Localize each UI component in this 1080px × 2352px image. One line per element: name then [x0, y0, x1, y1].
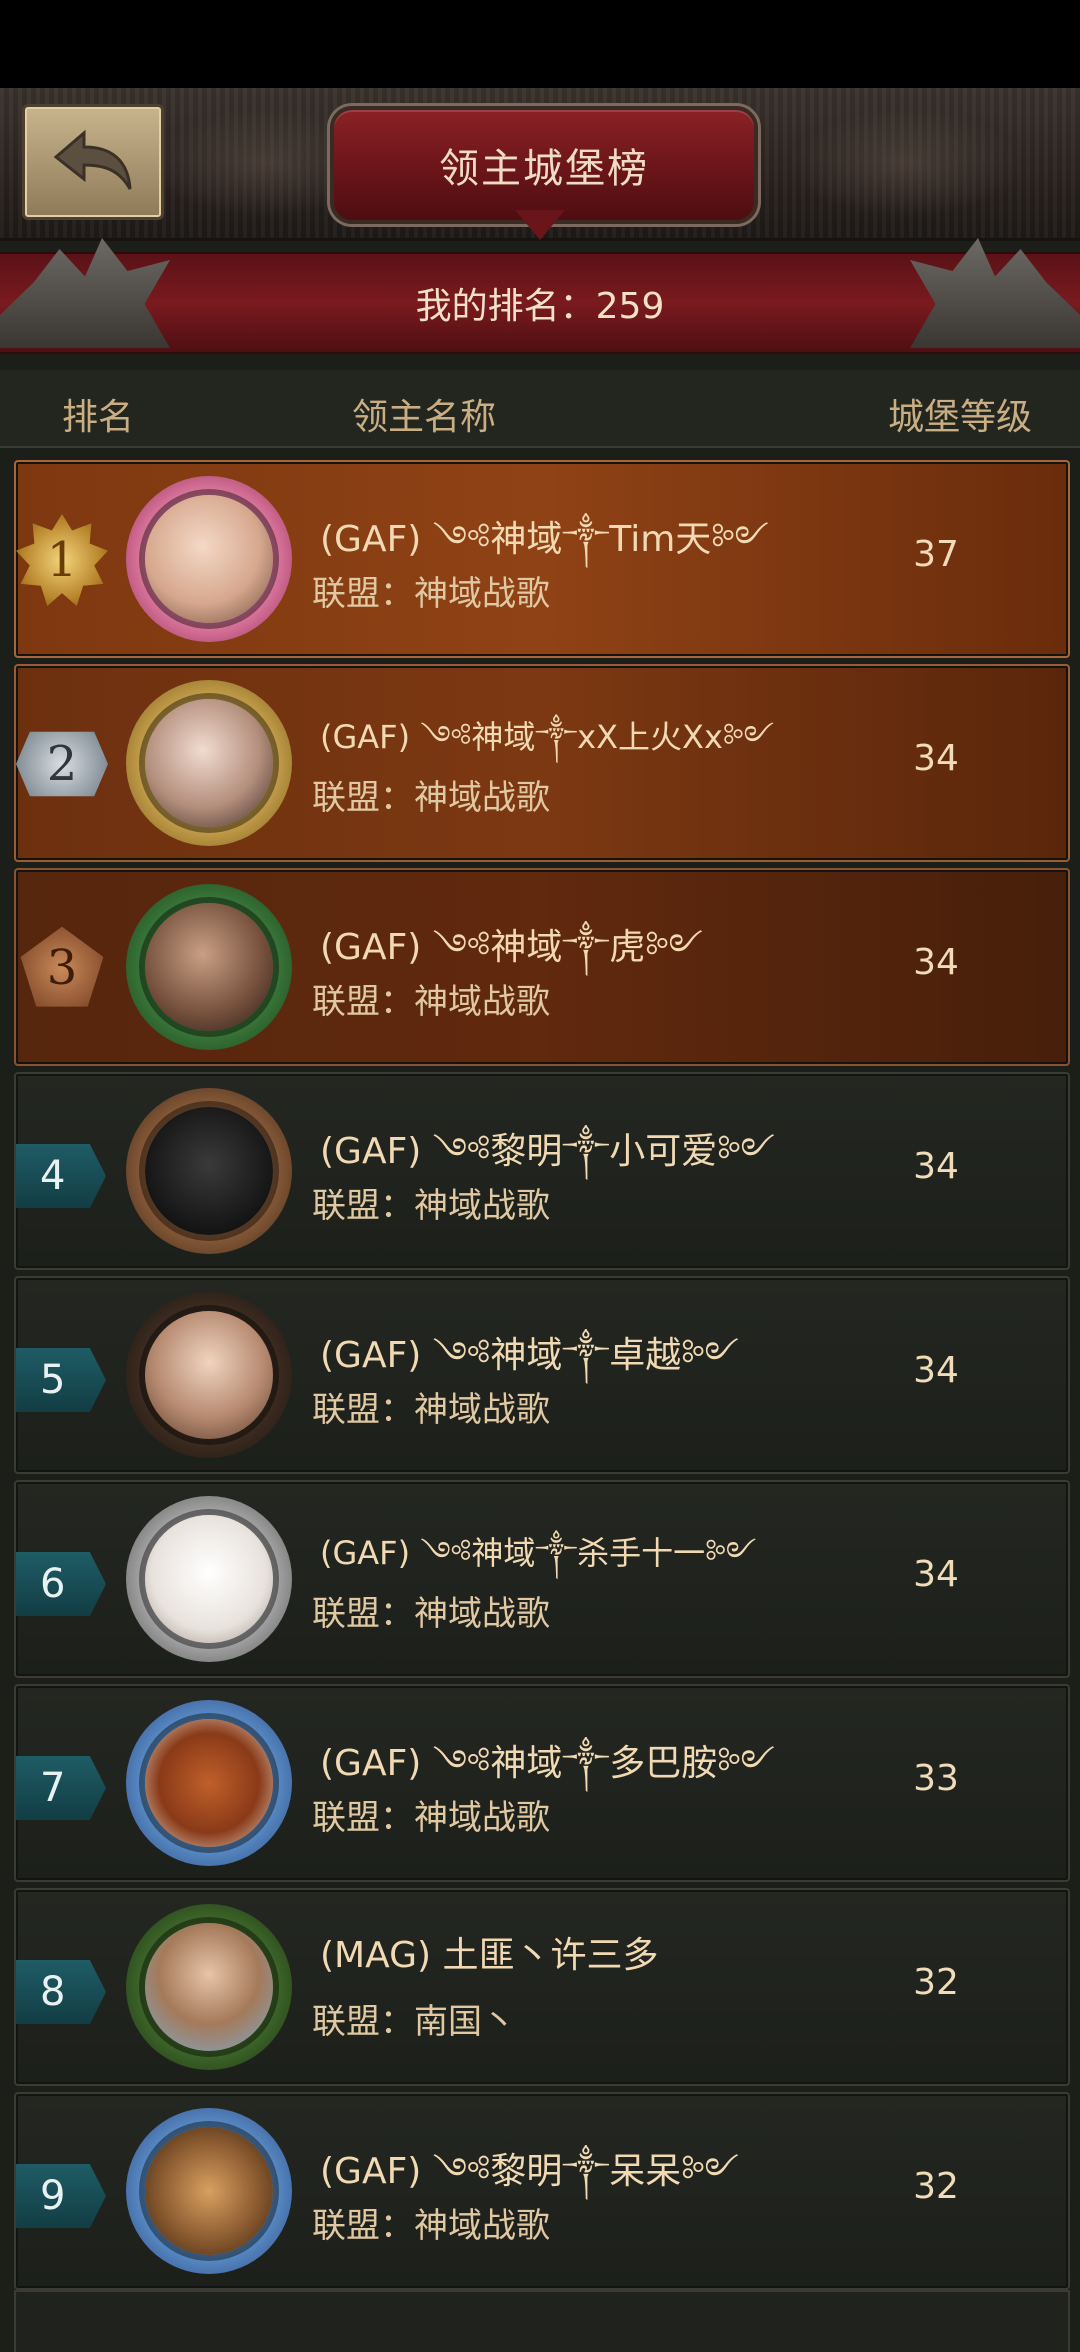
avatar: [145, 699, 273, 827]
avatar: [145, 1923, 273, 2051]
header-ornament-right: [790, 108, 1020, 218]
rank-tag: 9: [16, 2164, 106, 2228]
title-plate: 领主城堡榜: [330, 106, 758, 224]
leaderboard-row[interactable]: 7 (GAF) ༺神域༒多巴胺༻ 联盟：神域战歌 33: [14, 1684, 1070, 1882]
avatar: [145, 1311, 273, 1439]
leaderboard-row[interactable]: 4 (GAF) ༺黎明༒小可爱༻ 联盟：神域战歌 34: [14, 1072, 1070, 1270]
alliance-name: 联盟：神域战歌: [312, 982, 550, 1022]
alliance-name: 联盟：神域战歌: [312, 1594, 550, 1634]
castle-level: 34: [913, 1146, 959, 1187]
avatar: [145, 1719, 273, 1847]
avatar-frame[interactable]: [126, 884, 292, 1050]
back-arrow-icon: [53, 129, 132, 190]
lord-name: (MAG) 土匪丶许三多: [320, 1935, 659, 1976]
avatar-frame[interactable]: [126, 1088, 292, 1254]
avatar-frame[interactable]: [126, 1904, 292, 2070]
rank-tag: 8: [16, 1960, 106, 2024]
bronze-medal-icon: 3: [20, 926, 104, 1007]
alliance-name: 联盟：神域战歌: [312, 1798, 550, 1838]
column-header: 排名 领主名称 城堡等级: [0, 370, 1080, 448]
rank-tag: 5: [16, 1348, 106, 1412]
castle-level: 34: [913, 1554, 959, 1595]
leaderboard-row[interactable]: 5 (GAF) ༺神域༒卓越༻ 联盟：神域战歌 34: [14, 1276, 1070, 1474]
castle-level: 34: [913, 738, 959, 779]
alliance-name: 联盟：神域战歌: [312, 778, 550, 818]
column-castle-level: 城堡等级: [888, 397, 1033, 438]
my-rank-text: 我的排名：259: [415, 286, 665, 327]
rank-number: 1: [46, 532, 78, 588]
avatar-frame[interactable]: [126, 2108, 292, 2274]
leaderboard-row[interactable]: 1 (GAF) ༺神域༒Tim天༻ 联盟：神域战歌 37: [14, 460, 1070, 658]
leaderboard-row[interactable]: 9 (GAF) ༺黎明༒呆呆༻ 联盟：神域战歌 32: [14, 2092, 1070, 2290]
leaderboard-row[interactable]: 8 (MAG) 土匪丶许三多 联盟：南国丶 32: [14, 1888, 1070, 2086]
alliance-name: 联盟：神域战歌: [312, 574, 550, 614]
avatar-frame[interactable]: [126, 1292, 292, 1458]
alliance-name: 联盟：神域战歌: [312, 2206, 550, 2246]
castle-level: 37: [913, 534, 959, 575]
avatar-frame[interactable]: [126, 1496, 292, 1662]
castle-level: 34: [913, 942, 959, 983]
silver-medal-icon: 2: [16, 731, 108, 797]
column-lord-name: 领主名称: [352, 397, 497, 438]
alliance-name: 联盟：南国丶: [312, 2002, 516, 2042]
avatar: [145, 903, 273, 1031]
avatar-frame[interactable]: [126, 1700, 292, 1866]
castle-level: 32: [913, 1962, 959, 2003]
page-title: 领主城堡榜: [439, 146, 649, 192]
avatar: [145, 1515, 273, 1643]
rank-tag: 6: [16, 1552, 106, 1616]
rank-number: 3: [46, 940, 78, 996]
rank-tag: 7: [16, 1756, 106, 1820]
alliance-name: 联盟：神域战歌: [312, 1390, 550, 1430]
status-bar: [0, 0, 1080, 88]
castle-level: 33: [913, 1758, 959, 1799]
rank-number: 2: [46, 736, 78, 792]
back-button[interactable]: [22, 104, 164, 220]
castle-level: 32: [913, 2166, 959, 2207]
castle-level: 34: [913, 1350, 959, 1391]
avatar: [145, 495, 273, 623]
leaderboard-row-partial[interactable]: [14, 2290, 1070, 2352]
avatar-frame[interactable]: [126, 680, 292, 846]
leaderboard-row[interactable]: 6 (GAF) ༺神域༒杀手十一༻ 联盟：神域战歌 34: [14, 1480, 1070, 1678]
avatar: [145, 1107, 273, 1235]
column-rank: 排名: [62, 397, 135, 438]
leaderboard-row[interactable]: 3 (GAF) ༺神域༒虎༻ 联盟：神域战歌 34: [14, 868, 1070, 1066]
rank-tag: 4: [16, 1144, 106, 1208]
avatar: [145, 2127, 273, 2255]
gold-medal-icon: 1: [16, 514, 108, 606]
alliance-name: 联盟：神域战歌: [312, 1186, 550, 1226]
leaderboard-row[interactable]: 2 (GAF) ༺神域༒xX上火Xx༻ 联盟：神域战歌 34: [14, 664, 1070, 862]
avatar-frame[interactable]: [126, 476, 292, 642]
